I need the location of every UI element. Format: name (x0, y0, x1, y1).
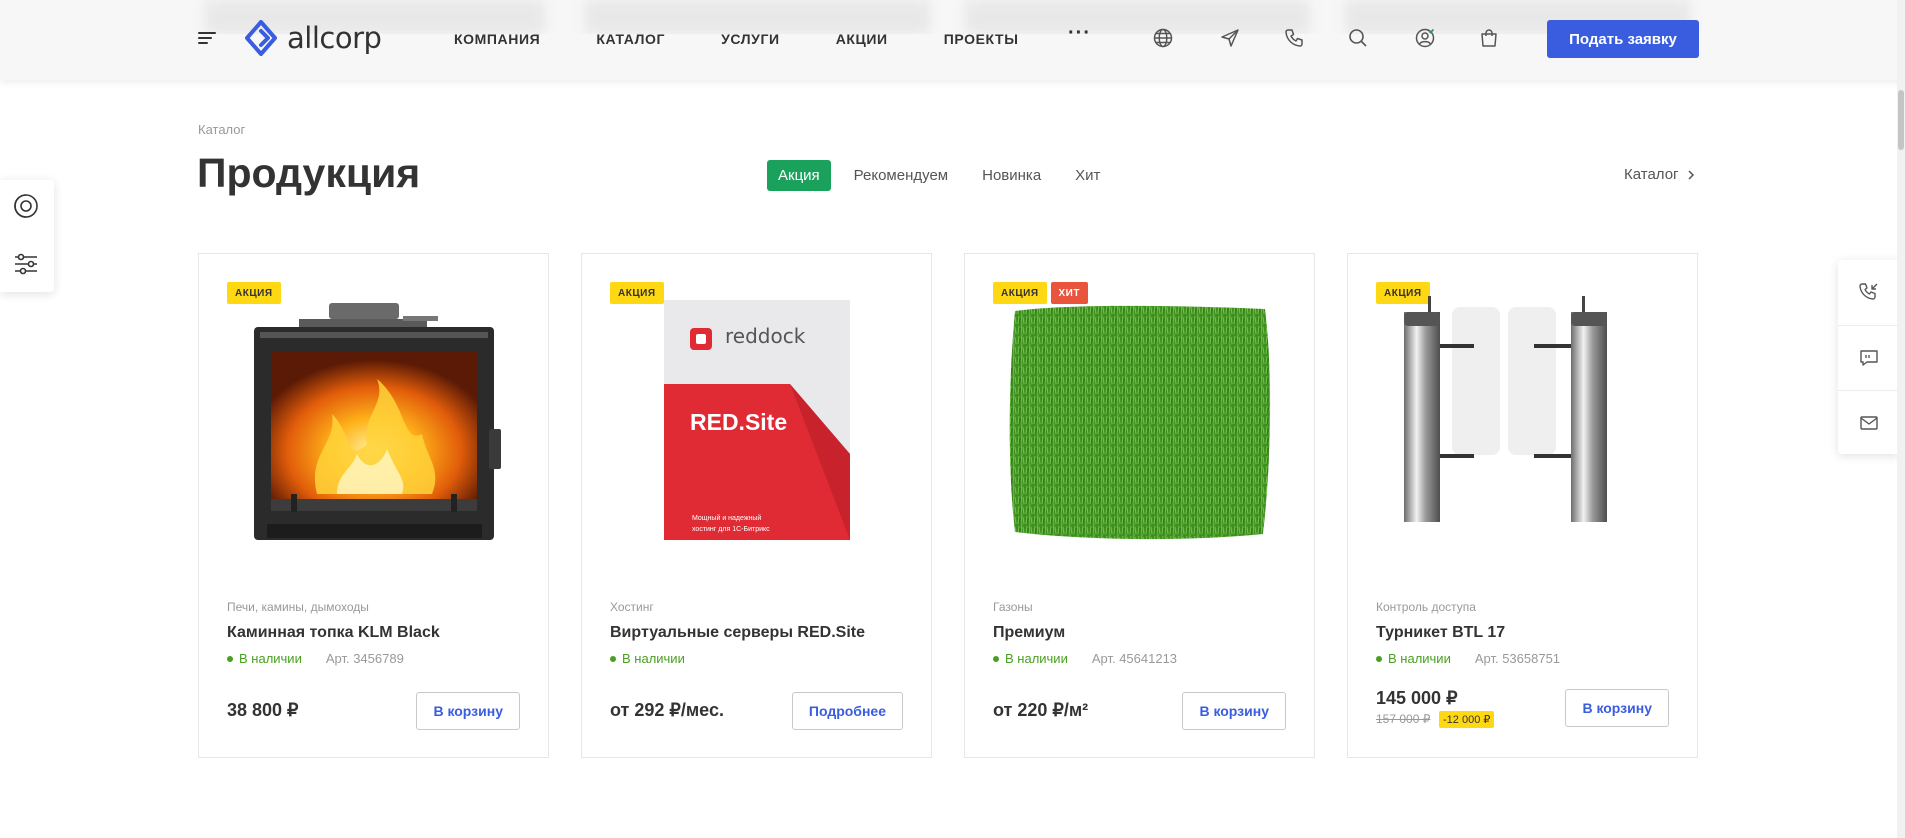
product-article: Арт. 53658751 (1474, 651, 1561, 666)
send-icon[interactable] (1219, 27, 1241, 49)
main-nav: КОМПАНИЯ КАТАЛОГ УСЛУГИ АКЦИИ ПРОЕКТЫ (454, 31, 1019, 47)
chat-icon[interactable] (1838, 325, 1900, 389)
stock-status: В наличии Арт. 3456789 (227, 651, 404, 666)
nav-item-projects[interactable]: ПРОЕКТЫ (944, 31, 1019, 47)
add-to-cart-button[interactable]: В корзину (1182, 692, 1286, 730)
stock-status: В наличии Арт. 53658751 (1376, 651, 1560, 666)
stock-status: В наличии (610, 651, 685, 666)
in-stock-dot-icon (993, 655, 999, 662)
grass-image (1009, 305, 1271, 540)
product-name[interactable]: Турникет BTL 17 (1376, 624, 1505, 642)
nav-item-company[interactable]: КОМПАНИЯ (454, 31, 540, 47)
product-category: Газоны (993, 600, 1033, 614)
stock-label: В наличии (1005, 651, 1068, 666)
logo-text: allcorp (287, 21, 382, 55)
page-scrollbar[interactable] (1897, 0, 1905, 838)
cart-icon[interactable] (1478, 27, 1500, 49)
product-card[interactable]: АКЦИЯ ХИТ Газоны Премиум В наличии Арт. … (964, 253, 1315, 758)
phone-icon[interactable] (1283, 27, 1305, 49)
chevron-right-icon (1688, 169, 1694, 180)
theme-icon[interactable] (12, 192, 40, 220)
details-button[interactable]: Подробнее (791, 692, 903, 730)
right-contact-panel (1838, 260, 1900, 454)
user-icon[interactable] (1414, 27, 1436, 49)
add-to-cart-button[interactable]: В корзину (416, 692, 520, 730)
product-article: Арт. 45641213 (1091, 651, 1178, 666)
product-article: Арт. 3456789 (325, 651, 404, 666)
in-stock-dot-icon (227, 655, 233, 662)
stock-label: В наличии (622, 651, 685, 666)
box-caption-line-1: Мощный и надежный (692, 515, 762, 522)
box-title-text: RED.Site (690, 409, 788, 435)
tab-recommended[interactable]: Рекомендуем (843, 160, 959, 191)
tab-sale[interactable]: Акция (767, 160, 831, 191)
scrollbar-thumb[interactable] (1898, 90, 1904, 150)
site-header: allcorp КОМПАНИЯ КАТАЛОГ УСЛУГИ АКЦИИ ПР… (0, 0, 1905, 80)
product-category: Печи, камины, дымоходы (227, 600, 369, 614)
nav-item-catalog[interactable]: КАТАЛОГ (596, 31, 665, 47)
filter-tabs: Акция Рекомендуем Новинка Хит (767, 160, 1111, 191)
discount-badge: -12 000 ₽ (1439, 711, 1495, 728)
filter-icon[interactable] (12, 250, 40, 278)
product-card[interactable]: АКЦИЯ reddock RED.Site Мощный и надежный… (581, 253, 932, 758)
product-price: 38 800 ₽ (227, 700, 299, 720)
nav-item-services[interactable]: УСЛУГИ (721, 31, 780, 47)
product-price: 145 000 ₽ (1376, 688, 1458, 708)
product-price: от 292 ₽/мес. (610, 700, 724, 720)
stock-status: В наличии Арт. 45641213 (993, 651, 1177, 666)
catalog-link-label: Каталог (1624, 166, 1679, 183)
box-brand-text: reddock (725, 324, 806, 348)
product-card[interactable]: АКЦИЯ Печи, камины, дымоходы Каминная то… (198, 253, 549, 758)
in-stock-dot-icon (610, 655, 616, 662)
left-tools-panel (0, 180, 54, 292)
product-price: от 220 ₽/м² (993, 700, 1089, 720)
callback-icon[interactable] (1838, 260, 1900, 324)
nav-more-icon[interactable]: ··· (1068, 23, 1091, 43)
product-name[interactable]: Каминная топка KLM Black (227, 624, 440, 642)
submit-request-button[interactable]: Подать заявку (1547, 20, 1699, 58)
catalog-link[interactable]: Каталог (1624, 166, 1695, 183)
breadcrumb[interactable]: Каталог (198, 122, 245, 137)
tab-hit[interactable]: Хит (1064, 160, 1111, 191)
nav-item-sales[interactable]: АКЦИИ (836, 31, 888, 47)
in-stock-dot-icon (1376, 655, 1382, 662)
menu-burger-icon[interactable] (198, 32, 216, 44)
fireplace-image (254, 303, 501, 540)
turnstile-image (1404, 296, 1607, 522)
tab-new[interactable]: Новинка (971, 160, 1052, 191)
old-price: 157 000 ₽ (1376, 712, 1431, 726)
stock-label: В наличии (1388, 651, 1451, 666)
product-name[interactable]: Премиум (993, 624, 1065, 642)
stock-label: В наличии (239, 651, 302, 666)
product-name[interactable]: Виртуальные серверы RED.Site (610, 624, 865, 642)
page-title: Продукция (197, 150, 421, 196)
mail-icon[interactable] (1838, 390, 1900, 454)
logo[interactable]: allcorp (245, 20, 382, 56)
product-card[interactable]: АКЦИЯ Контроль доступа Турникет BTL 17 В… (1347, 253, 1698, 758)
product-category: Хостинг (610, 600, 654, 614)
logo-mark-icon (245, 20, 277, 56)
search-icon[interactable] (1347, 27, 1369, 49)
globe-icon[interactable] (1152, 27, 1174, 49)
add-to-cart-button[interactable]: В корзину (1565, 689, 1669, 727)
product-category: Контроль доступа (1376, 600, 1476, 614)
box-caption-line-2: хостинг для 1С-Битрикс (692, 526, 770, 533)
